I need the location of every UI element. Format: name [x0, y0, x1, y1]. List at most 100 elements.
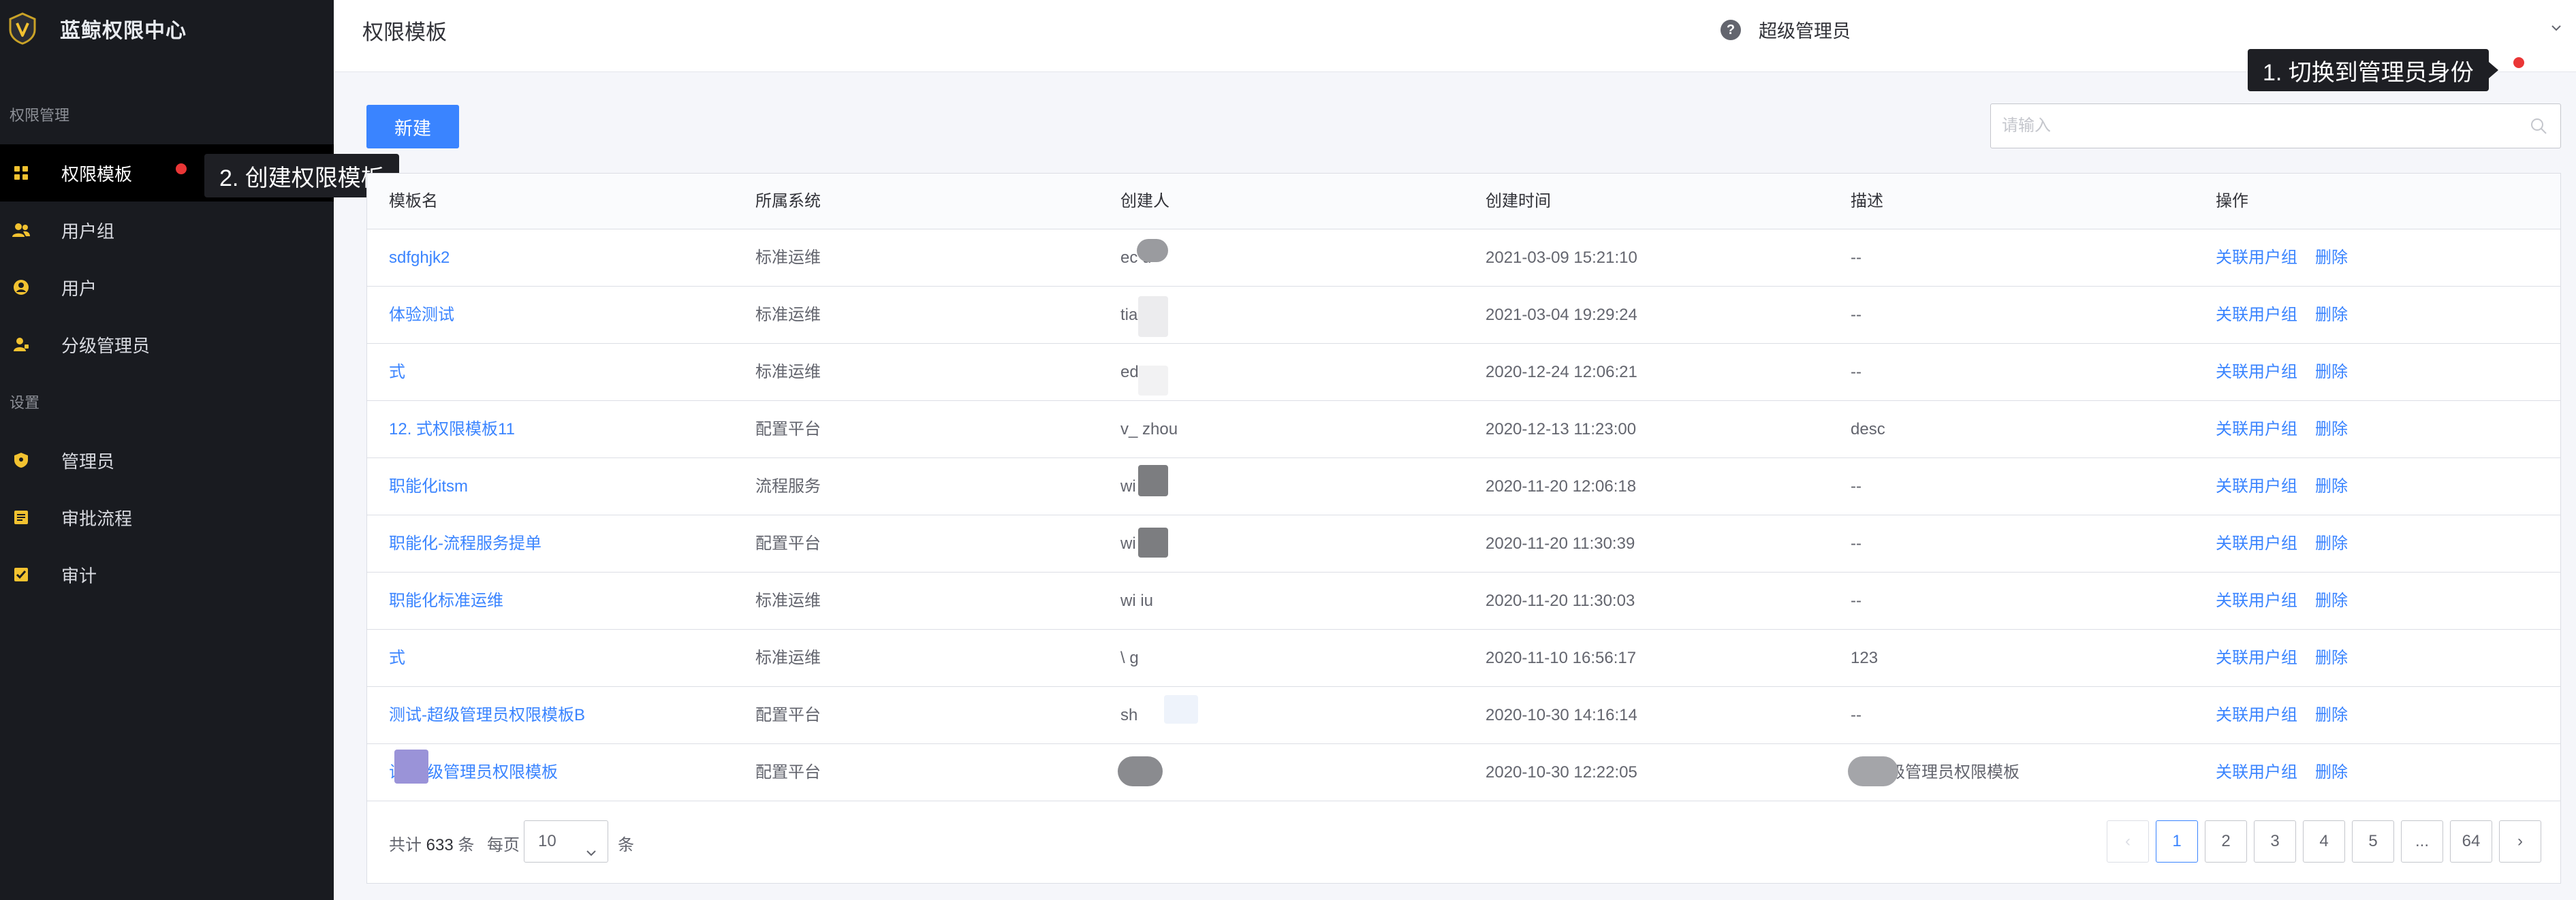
delete-button[interactable]: 删除 [2315, 744, 2348, 801]
redaction-mask [1164, 695, 1198, 724]
created-time-cell: 2021-03-04 19:29:24 [1486, 306, 1637, 324]
guide-tooltip-step1[interactable]: 1. 切换到管理员身份 [2248, 49, 2498, 91]
system-cell: 流程服务 [755, 477, 821, 496]
created-time-cell: 2020-11-20 12:06:18 [1486, 477, 1637, 496]
redaction-mask [1848, 756, 1898, 786]
link-group-button[interactable]: 关联用户组 [2216, 401, 2297, 458]
template-name-link[interactable]: 职能化-流程服务提单 [389, 515, 541, 573]
delete-button[interactable]: 删除 [2315, 630, 2348, 687]
sidebar-item-approval-flow[interactable]: 审批流程 [0, 489, 334, 546]
sidebar-item-audit[interactable]: 审计 [0, 546, 334, 603]
search-box [1990, 103, 2561, 148]
role-switcher[interactable]: 超级管理员 [1759, 16, 1851, 43]
created-time-cell: 2020-11-10 16:56:17 [1486, 649, 1637, 667]
user-group-icon [12, 221, 30, 239]
template-name-link[interactable]: 职能化itsm [389, 458, 468, 515]
chevron-down-icon[interactable] [2549, 20, 2564, 35]
redaction-mask [1138, 465, 1168, 496]
new-template-button[interactable]: 新建 [366, 105, 459, 148]
template-name-link[interactable]: 12. 式权限模板11 [389, 401, 515, 458]
template-name-link[interactable]: 测试-超级管理员权限模板B [389, 687, 585, 744]
redaction-mask [1138, 528, 1168, 558]
delete-button[interactable]: 删除 [2315, 458, 2348, 515]
per-page-label: 每页 [487, 836, 520, 854]
page-button-2[interactable]: 2 [2205, 820, 2247, 863]
total-count: 633 [426, 836, 454, 854]
delete-button[interactable]: 删除 [2315, 344, 2348, 401]
link-group-button[interactable]: 关联用户组 [2216, 458, 2297, 515]
table-row: 体验测试 标准运维 tia u 2021-03-04 19:29:24 -- 关… [367, 287, 2560, 344]
link-group-button[interactable]: 关联用户组 [2216, 687, 2297, 744]
column-header-creator: 创建人 [1120, 192, 1169, 210]
link-group-button[interactable]: 关联用户组 [2216, 630, 2297, 687]
brand[interactable]: 蓝鲸权限中心 [0, 0, 334, 57]
grid-icon [12, 164, 30, 182]
creator-cell: wi iu [1120, 592, 1154, 610]
delete-button[interactable]: 删除 [2315, 287, 2348, 344]
page-button-3[interactable]: 3 [2254, 820, 2296, 863]
link-group-button[interactable]: 关联用户组 [2216, 344, 2297, 401]
column-header-created-time: 创建时间 [1486, 192, 1551, 210]
next-page-button[interactable]: › [2499, 820, 2541, 863]
created-time-cell: 2020-12-24 12:06:21 [1486, 363, 1637, 381]
creator-cell: v_ zhou [1120, 420, 1178, 438]
page-button-1[interactable]: 1 [2156, 820, 2198, 863]
delete-button[interactable]: 删除 [2315, 573, 2348, 630]
page-size-value: 10 [538, 832, 556, 850]
template-name-link[interactable]: 式 [389, 344, 405, 401]
page-title: 权限模板 [362, 20, 447, 44]
prev-page-button[interactable]: ‹ [2107, 820, 2149, 863]
created-time-cell: 2020-10-30 14:16:14 [1486, 706, 1637, 724]
system-cell: 标准运维 [755, 592, 821, 610]
page-size-select[interactable]: 10 [524, 820, 608, 863]
description-cell: 123 [1851, 649, 1879, 667]
redaction-mask [1118, 756, 1163, 786]
sidebar-item-label: 分级管理员 [61, 335, 151, 356]
system-cell: 配置平台 [755, 706, 821, 724]
chevron-down-icon [584, 835, 598, 856]
page-button-4[interactable]: 4 [2303, 820, 2345, 863]
template-table: 模板名 所属系统 创建人 创建时间 描述 操作 sdfghjk2 标准运维 ec… [366, 173, 2561, 884]
search-icon[interactable] [2529, 116, 2548, 135]
page-button-5[interactable]: 5 [2352, 820, 2394, 863]
description-cell: -- [1851, 706, 1862, 724]
link-group-button[interactable]: 关联用户组 [2216, 229, 2297, 287]
table-row: 12. 式权限模板11 配置平台 v_ zhou 2020-12-13 11:2… [367, 401, 2560, 458]
template-name-link[interactable]: 式 [389, 630, 405, 687]
user-icon [12, 278, 30, 296]
description-cell: -- [1851, 534, 1862, 553]
link-group-button[interactable]: 关联用户组 [2216, 515, 2297, 573]
audit-icon [12, 566, 30, 583]
sidebar-item-grade-admins[interactable]: 分级管理员 [0, 316, 334, 373]
help-icon[interactable]: ? [1721, 20, 1741, 40]
description-cell: -- [1851, 248, 1862, 267]
guide-dot-step2[interactable] [176, 163, 187, 174]
approval-icon [12, 509, 30, 526]
search-input[interactable] [1991, 104, 2522, 148]
template-name-link[interactable]: sdfghjk2 [389, 229, 450, 287]
link-group-button[interactable]: 关联用户组 [2216, 744, 2297, 801]
table-row: 式 标准运维 \ g 2020-11-10 16:56:17 123 关联用户组… [367, 630, 2560, 687]
template-name-link[interactable]: 职能化标准运维 [389, 573, 503, 630]
pagination-total: 共计 633 条 [389, 831, 474, 855]
page-button-last[interactable]: 64 [2450, 820, 2492, 863]
link-group-button[interactable]: 关联用户组 [2216, 287, 2297, 344]
page-ellipsis-button[interactable]: ... [2401, 820, 2443, 863]
link-group-button[interactable]: 关联用户组 [2216, 573, 2297, 630]
sidebar-item-user-groups[interactable]: 用户组 [0, 202, 334, 259]
sidebar-item-users[interactable]: 用户 [0, 259, 334, 316]
guide-dot-step1[interactable] [2513, 57, 2524, 68]
template-name-link[interactable]: 体验测试 [389, 287, 454, 344]
description-cell: desc [1851, 420, 1885, 438]
delete-button[interactable]: 删除 [2315, 229, 2348, 287]
description-cell: -- [1851, 477, 1862, 496]
delete-button[interactable]: 删除 [2315, 401, 2348, 458]
creator-cell: \ g [1120, 649, 1139, 667]
redaction-mask [1138, 296, 1168, 337]
created-time-cell: 2020-11-20 11:30:03 [1486, 592, 1635, 610]
sidebar-item-managers[interactable]: 管理员 [0, 432, 334, 489]
system-cell: 配置平台 [755, 534, 821, 553]
delete-button[interactable]: 删除 [2315, 687, 2348, 744]
delete-button[interactable]: 删除 [2315, 515, 2348, 573]
grade-admin-icon [12, 336, 30, 353]
